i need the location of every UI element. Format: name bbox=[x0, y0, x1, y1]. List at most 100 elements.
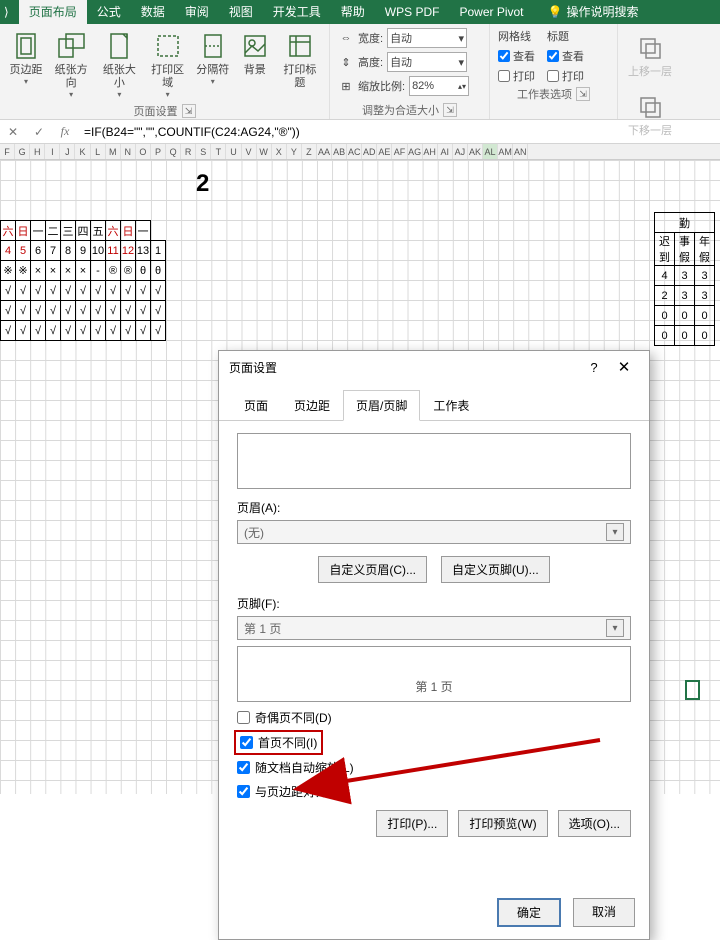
width-combo[interactable]: 自动▾ bbox=[387, 28, 467, 48]
formula-input[interactable]: =IF(B24="","",COUNTIF(C24:AG24,"®")) bbox=[78, 125, 720, 139]
ribbon-tab-review[interactable]: 审阅 bbox=[175, 0, 219, 24]
header-combo[interactable]: (无)▾ bbox=[237, 520, 631, 544]
dialog-tab-page[interactable]: 页面 bbox=[231, 390, 281, 421]
headings-view-checkbox[interactable]: 查看 bbox=[547, 48, 584, 64]
col-header-J[interactable]: J bbox=[60, 144, 75, 159]
col-header-U[interactable]: U bbox=[226, 144, 241, 159]
col-header-Y[interactable]: Y bbox=[287, 144, 302, 159]
dialog-close-icon[interactable]: ✕ bbox=[609, 358, 639, 376]
ribbon-tab-formulas[interactable]: 公式 bbox=[87, 0, 131, 24]
col-header-Z[interactable]: Z bbox=[302, 144, 317, 159]
col-header-R[interactable]: R bbox=[181, 144, 196, 159]
col-header-P[interactable]: P bbox=[151, 144, 166, 159]
fx-button[interactable]: fx bbox=[52, 124, 78, 139]
size-label: 纸张大小 bbox=[98, 64, 140, 90]
dialog-tab-margins[interactable]: 页边距 bbox=[281, 390, 343, 421]
ribbon-tab-powerpivot[interactable]: Power Pivot bbox=[449, 0, 533, 24]
orientation-label: 纸张方向 bbox=[50, 64, 92, 90]
cancel-button[interactable]: 取消 bbox=[573, 898, 635, 927]
gridlines-print-checkbox[interactable]: 打印 bbox=[498, 68, 535, 84]
col-header-AH[interactable]: AH bbox=[423, 144, 438, 159]
odd-even-checkbox[interactable]: 奇偶页不同(D) bbox=[237, 709, 631, 726]
print-area-button[interactable]: 打印区域▾ bbox=[145, 26, 191, 101]
col-header-Q[interactable]: Q bbox=[166, 144, 181, 159]
size-button[interactable]: 纸张大小▾ bbox=[96, 26, 142, 101]
col-header-AF[interactable]: AF bbox=[392, 144, 407, 159]
ribbon-tab-wpspdf[interactable]: WPS PDF bbox=[375, 0, 450, 24]
ribbon-tab-help[interactable]: 帮助 bbox=[331, 0, 375, 24]
col-header-AB[interactable]: AB bbox=[332, 144, 347, 159]
footer-field-label: 页脚(F): bbox=[237, 595, 631, 612]
col-header-AD[interactable]: AD bbox=[362, 144, 377, 159]
col-header-AI[interactable]: AI bbox=[438, 144, 453, 159]
dialog-tab-sheet[interactable]: 工作表 bbox=[420, 390, 482, 421]
col-header-L[interactable]: L bbox=[91, 144, 106, 159]
dialog-help-icon[interactable]: ? bbox=[579, 360, 609, 375]
col-header-W[interactable]: W bbox=[257, 144, 272, 159]
ribbon-tab-view[interactable]: 视图 bbox=[219, 0, 263, 24]
col-header-X[interactable]: X bbox=[272, 144, 287, 159]
accept-formula-icon[interactable]: ✓ bbox=[26, 125, 52, 139]
ribbon-tab-developer[interactable]: 开发工具 bbox=[263, 0, 331, 24]
col-header-G[interactable]: G bbox=[15, 144, 30, 159]
height-combo[interactable]: 自动▾ bbox=[387, 52, 467, 72]
scale-with-doc-checkbox[interactable]: 随文档自动缩放(L) bbox=[237, 759, 631, 776]
page-setup-group-label: 页面设置 bbox=[134, 103, 178, 119]
sheet-options-label: 工作表选项 bbox=[517, 86, 572, 102]
breaks-button[interactable]: 分隔符▾ bbox=[193, 26, 233, 101]
page-setup-dialog: 页面设置 ? ✕ 页面 页边距 页眉/页脚 工作表 页眉(A): (无)▾ 自定… bbox=[218, 350, 650, 940]
ribbon-tab-truncated[interactable]: ⟩ bbox=[0, 0, 19, 24]
col-header-O[interactable]: O bbox=[136, 144, 151, 159]
print-button[interactable]: 打印(P)... bbox=[376, 810, 448, 837]
gridlines-view-checkbox[interactable]: 查看 bbox=[498, 48, 535, 64]
ribbon-tab-page-layout[interactable]: 页面布局 bbox=[19, 0, 87, 24]
col-header-AL[interactable]: AL bbox=[483, 144, 498, 159]
footer-combo[interactable]: 第 1 页▾ bbox=[237, 616, 631, 640]
print-titles-button[interactable]: 打印标题 bbox=[277, 26, 323, 101]
bring-forward-button: 上移一层 bbox=[626, 28, 674, 81]
tell-me[interactable]: 💡 操作说明搜索 bbox=[538, 0, 649, 24]
print-preview-button[interactable]: 打印预览(W) bbox=[458, 810, 547, 837]
align-margins-checkbox[interactable]: 与页边距对齐(M) bbox=[237, 783, 631, 800]
col-header-AN[interactable]: AN bbox=[513, 144, 528, 159]
margins-button[interactable]: 页边距▾ bbox=[6, 26, 46, 101]
first-page-different-checkbox[interactable]: 首页不同(I) bbox=[237, 733, 320, 752]
col-header-AC[interactable]: AC bbox=[347, 144, 362, 159]
custom-header-button[interactable]: 自定义页眉(C)... bbox=[318, 556, 427, 583]
col-header-AG[interactable]: AG bbox=[408, 144, 423, 159]
ribbon-tab-data[interactable]: 数据 bbox=[131, 0, 175, 24]
col-header-AK[interactable]: AK bbox=[468, 144, 483, 159]
selected-cell[interactable] bbox=[685, 680, 700, 700]
col-header-AA[interactable]: AA bbox=[317, 144, 332, 159]
ok-button[interactable]: 确定 bbox=[497, 898, 561, 927]
scale-combo[interactable]: 82%▴▾ bbox=[409, 76, 469, 96]
col-header-AE[interactable]: AE bbox=[377, 144, 392, 159]
headings-print-checkbox[interactable]: 打印 bbox=[547, 68, 584, 84]
scale-launcher[interactable]: ⇲ bbox=[443, 103, 457, 117]
col-header-T[interactable]: T bbox=[211, 144, 226, 159]
height-label: 高度: bbox=[358, 54, 383, 70]
options-button[interactable]: 选项(O)... bbox=[558, 810, 631, 837]
col-header-N[interactable]: N bbox=[121, 144, 136, 159]
margins-label: 页边距 bbox=[10, 64, 43, 77]
col-header-V[interactable]: V bbox=[242, 144, 257, 159]
breaks-label: 分隔符 bbox=[196, 64, 229, 77]
dialog-tab-header-footer[interactable]: 页眉/页脚 bbox=[343, 390, 420, 421]
header-field-label: 页眉(A): bbox=[237, 499, 631, 516]
orientation-button[interactable]: 纸张方向▾ bbox=[48, 26, 94, 101]
col-header-M[interactable]: M bbox=[106, 144, 121, 159]
background-button[interactable]: 背景 bbox=[235, 26, 275, 101]
custom-footer-button[interactable]: 自定义页脚(U)... bbox=[441, 556, 550, 583]
page-setup-launcher[interactable]: ⇲ bbox=[182, 104, 196, 118]
col-header-S[interactable]: S bbox=[196, 144, 211, 159]
col-header-K[interactable]: K bbox=[75, 144, 90, 159]
col-header-H[interactable]: H bbox=[30, 144, 45, 159]
col-header-AJ[interactable]: AJ bbox=[453, 144, 468, 159]
col-header-AM[interactable]: AM bbox=[498, 144, 513, 159]
scale-label: 缩放比例: bbox=[358, 78, 405, 94]
col-header-F[interactable]: F bbox=[0, 144, 15, 159]
cancel-formula-icon[interactable]: ✕ bbox=[0, 125, 26, 139]
sheet-options-launcher[interactable]: ⇲ bbox=[576, 87, 590, 101]
col-header-I[interactable]: I bbox=[45, 144, 60, 159]
background-label: 背景 bbox=[244, 64, 266, 77]
